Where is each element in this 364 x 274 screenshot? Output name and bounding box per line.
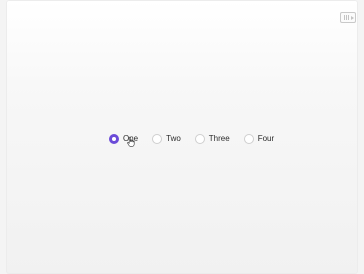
radio-button-two[interactable]	[152, 134, 163, 144]
hand-cursor-icon	[127, 137, 135, 147]
radio-button-one[interactable]	[109, 134, 119, 144]
video-camera-icon[interactable]	[340, 12, 356, 23]
radio-button-four[interactable]	[243, 134, 254, 144]
radio-option-four[interactable]: Four	[243, 134, 275, 144]
radio-label-three: Three	[208, 134, 230, 143]
radio-button-three[interactable]	[194, 134, 205, 144]
video-camera-icon-bars	[344, 15, 350, 20]
radio-option-two[interactable]: Two	[152, 134, 181, 144]
radio-label-four: Four	[257, 134, 275, 143]
radio-option-three[interactable]: Three	[194, 134, 230, 144]
video-camera-icon-lens	[351, 16, 354, 20]
radio-label-two: Two	[166, 134, 181, 143]
